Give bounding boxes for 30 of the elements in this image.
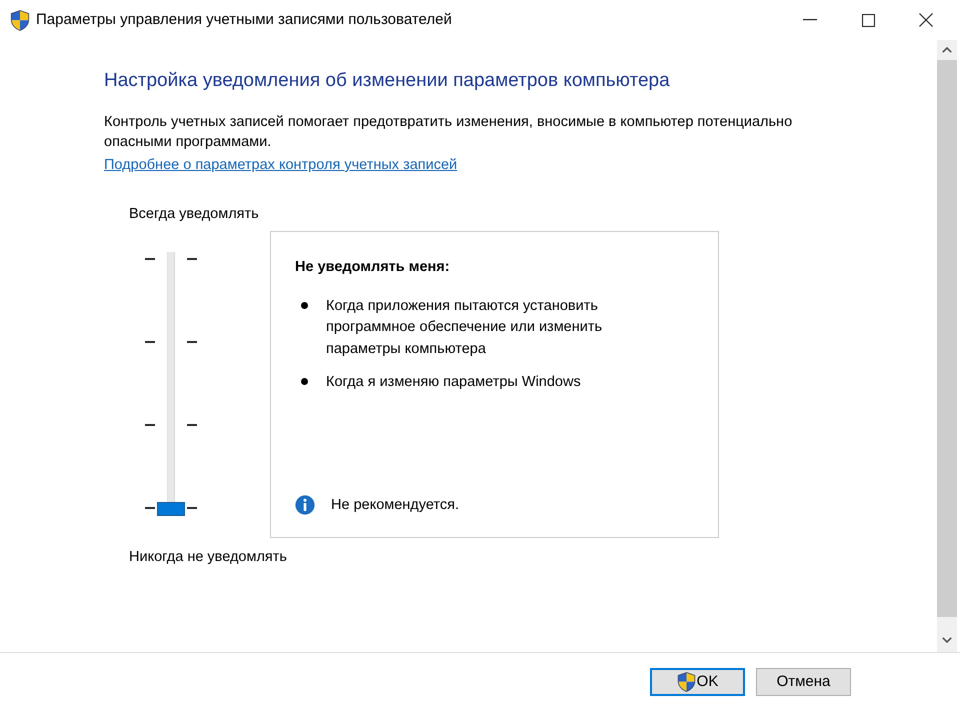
minimize-icon xyxy=(803,19,817,21)
slider-tick xyxy=(187,258,197,260)
slider-tick xyxy=(145,424,155,426)
bullet-icon xyxy=(301,302,308,308)
chevron-up-icon xyxy=(942,47,952,53)
slider-thumb[interactable] xyxy=(157,502,185,516)
slider-tick xyxy=(187,340,197,343)
bullet-icon xyxy=(301,378,308,385)
slider-tick xyxy=(187,424,197,426)
description-text: Контроль учетных записей помогает предотвратить изменения, вносимые в компьютер потенциально опасными программами. xyxy=(104,113,794,152)
close-icon xyxy=(919,13,933,27)
slider-top-label: Всегда уведомлять xyxy=(129,204,259,224)
slider-bottom-label: Никогда не уведомлять xyxy=(129,548,287,566)
note-text: Не рекомендуется. xyxy=(331,496,460,514)
shield-icon xyxy=(10,10,30,30)
slider-tick xyxy=(145,340,155,343)
bullet-text: Когда я изменяю параметры Windows xyxy=(326,373,581,392)
maximize-icon xyxy=(862,14,874,26)
panel-title: Не уведомлять меня: xyxy=(295,258,450,276)
window-title: Параметры управления учетными записями пользователей xyxy=(36,10,452,30)
info-icon xyxy=(295,494,315,514)
ok-button[interactable]: OK xyxy=(650,668,745,696)
slider-tick xyxy=(187,507,197,510)
bullet-text: Когда приложения пытаются установить программное обеспечение или изменить параметры компьютера xyxy=(326,296,604,358)
chevron-down-icon xyxy=(942,637,952,643)
slider-tick xyxy=(145,258,155,260)
learn-more-link[interactable]: Подробнее о параметрах контроля учетных записей xyxy=(104,155,458,175)
slider-tick xyxy=(145,507,155,510)
cancel-button[interactable]: Отмена xyxy=(756,668,851,696)
page-heading: Настройка уведомления об изменении параметров компьютера xyxy=(104,69,671,93)
